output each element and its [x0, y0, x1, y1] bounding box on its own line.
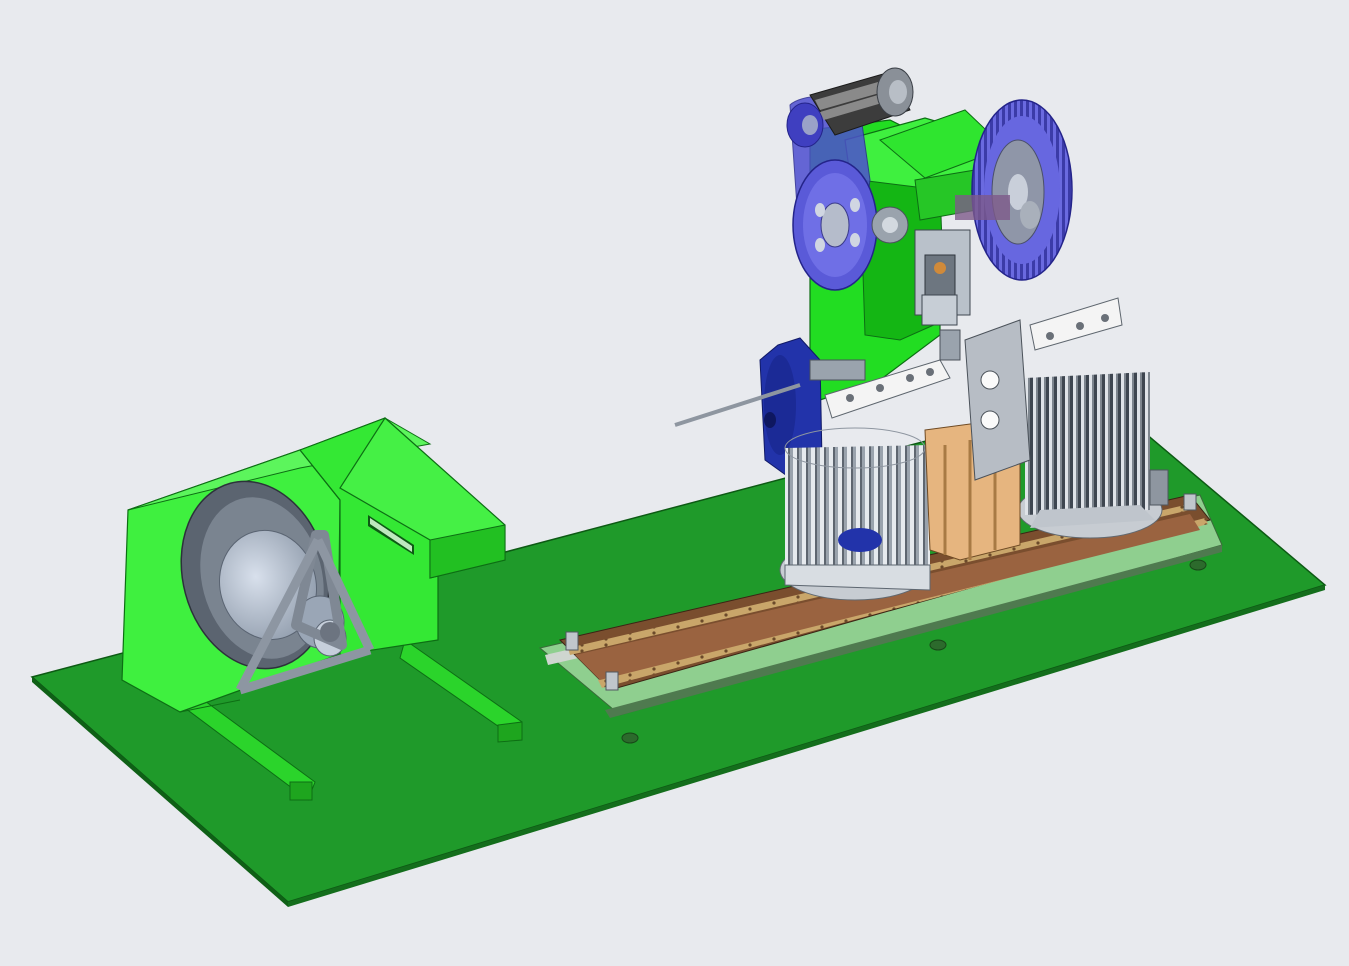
machine-render: [30, 67, 1327, 907]
rod-magazine-right: [1017, 372, 1169, 539]
rod-magazine-left: [779, 427, 931, 601]
cad-viewport: [0, 0, 1349, 966]
